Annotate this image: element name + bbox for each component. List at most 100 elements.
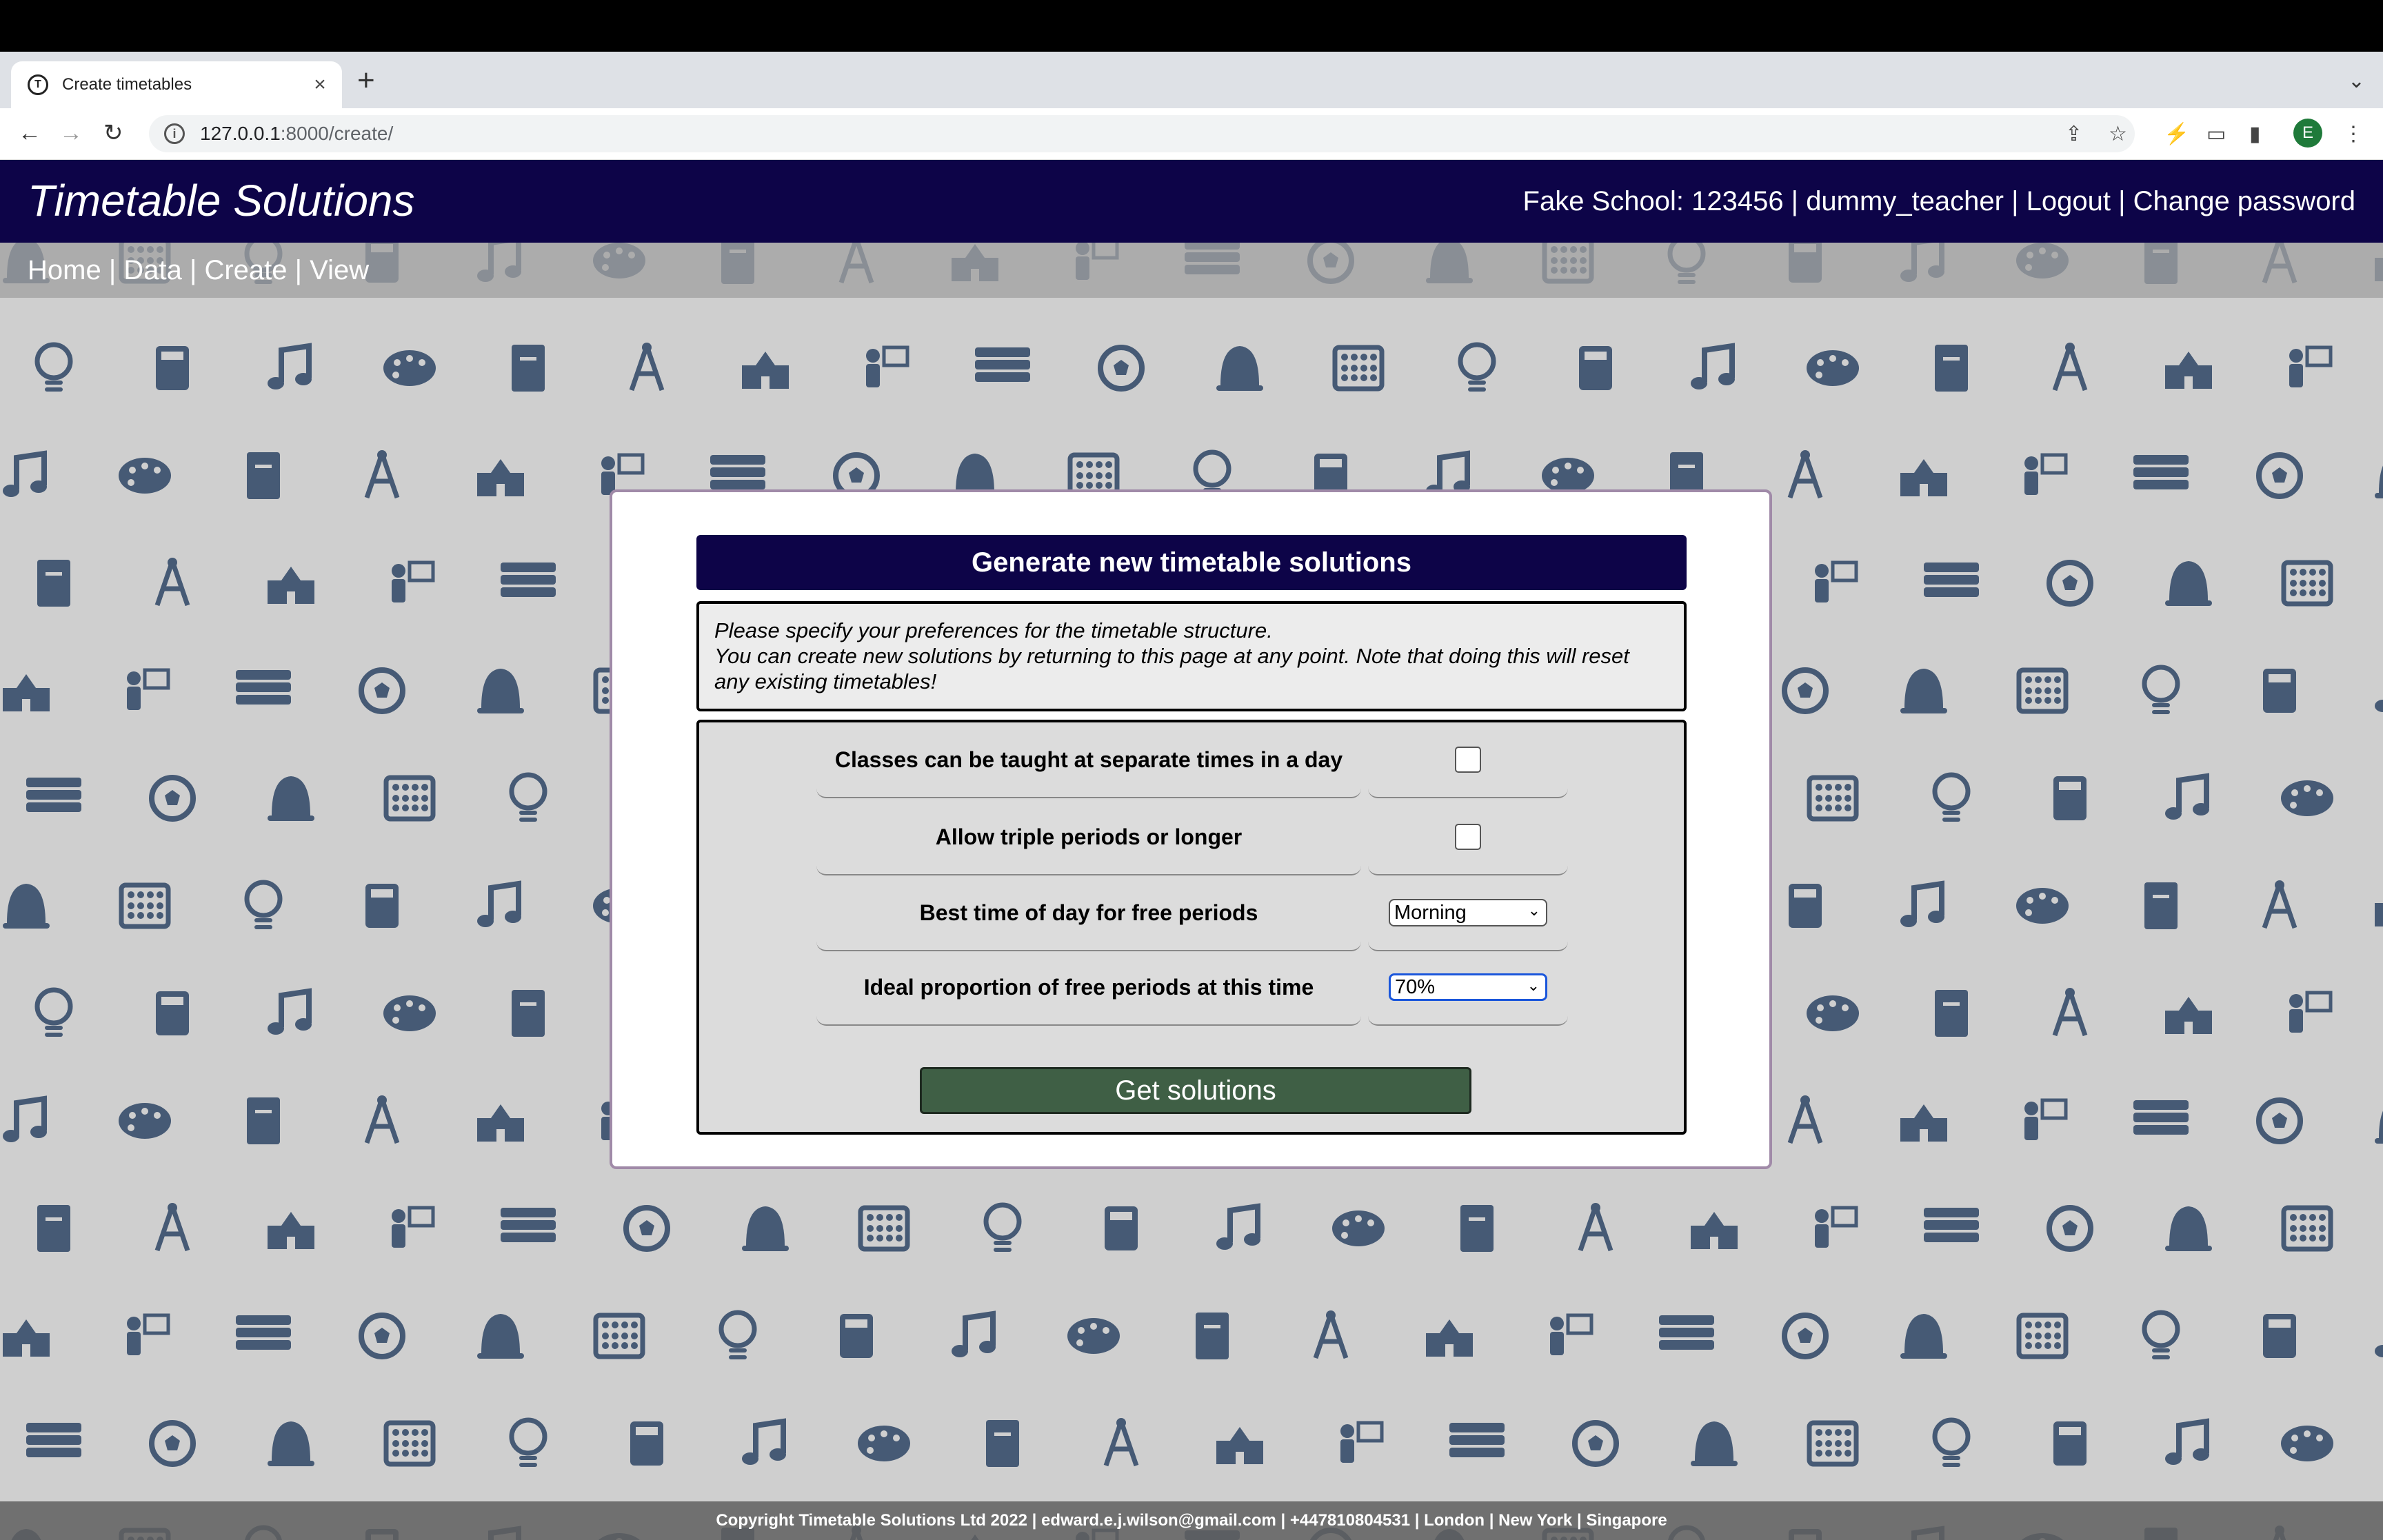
background-decoration-icon <box>2281 780 2333 816</box>
site-favicon-icon: T <box>28 74 48 95</box>
background-decoration-icon <box>1932 772 1971 822</box>
address-bar[interactable]: i 127.0.0.1:8000/create/ <box>149 115 2135 152</box>
background-decoration-icon <box>2016 667 2069 714</box>
background-decoration-icon <box>1572 1420 1619 1467</box>
separate-times-checkbox[interactable] <box>1455 747 1481 773</box>
background-decoration-icon <box>383 775 436 822</box>
background-decoration-icon <box>1105 1206 1138 1250</box>
background-decoration-icon <box>866 345 909 387</box>
background-decoration-icon <box>1900 459 1947 496</box>
url-host: 127.0.0.1 <box>200 123 281 144</box>
nav-data-link[interactable]: Data <box>123 255 182 285</box>
background-decoration-icon <box>742 1418 786 1465</box>
share-icon[interactable]: ⇪ <box>2065 121 2082 148</box>
background-decoration-icon <box>1313 1310 1349 1359</box>
background-decoration-icon <box>2133 1100 2189 1135</box>
background-decoration-icon <box>1449 1423 1505 1457</box>
background-decoration-icon <box>1578 1203 1613 1252</box>
background-decoration-icon <box>119 882 171 929</box>
background-decoration-icon <box>2047 1205 2093 1252</box>
background-decoration-icon <box>119 458 171 494</box>
background-decoration-icon <box>1067 1318 1120 1354</box>
generate-solutions-panel: Generate new timetable solutions Please … <box>610 489 1772 1169</box>
background-decoration-icon <box>1340 1421 1384 1463</box>
background-decoration-icon <box>2375 465 2383 498</box>
nav-view-link[interactable]: View <box>310 255 369 285</box>
reload-icon[interactable]: ↻ <box>103 119 123 147</box>
separator: | <box>1783 186 1807 216</box>
background-decoration-icon <box>1900 669 1947 713</box>
background-decoration-icon <box>1542 458 1594 494</box>
background-decoration-icon <box>2144 882 2178 929</box>
background-decoration-icon <box>2024 453 2068 495</box>
cast-icon[interactable]: ▭ <box>2206 121 2226 148</box>
free-period-time-select[interactable]: Morning ⌄ <box>1389 899 1547 926</box>
separator: | <box>2110 186 2133 216</box>
school-label: Fake School: 123456 <box>1522 186 1784 216</box>
background-decoration-icon <box>1460 1205 1494 1252</box>
background-decoration-icon <box>2052 343 2088 392</box>
background-decoration-icon <box>37 560 70 607</box>
page-viewport: Timetable Solutions Fake School: 123456 … <box>0 160 2383 1540</box>
free-period-proportion-select[interactable]: 70% ⌄ <box>1389 973 1547 1001</box>
url-text: 127.0.0.1:8000/create/ <box>200 123 393 145</box>
background-decoration-icon <box>1579 346 1612 390</box>
background-decoration-icon <box>1216 1427 1263 1464</box>
chevron-down-icon: ⌄ <box>1527 977 1540 994</box>
nav-home-link[interactable]: Home <box>28 255 101 285</box>
background-decoration-icon <box>236 1315 291 1350</box>
background-decoration-icon <box>2281 1426 2333 1461</box>
background-decoration-icon <box>364 450 400 499</box>
get-solutions-button[interactable]: Get solutions <box>920 1067 1471 1114</box>
background-decoration-icon <box>509 772 547 822</box>
close-tab-icon[interactable]: × <box>306 73 334 97</box>
background-decoration-icon <box>1550 1313 1593 1355</box>
background-decoration-icon <box>3 674 50 711</box>
preferences-form: Classes can be taught at separate times … <box>696 720 1687 1135</box>
free-period-proportion-value: 70% <box>1395 975 1436 998</box>
background-decoration-icon <box>392 1206 435 1248</box>
nav-create-link[interactable]: Create <box>204 255 287 285</box>
username-label: dummy_teacher <box>1806 186 2004 216</box>
browser-toolbar: ← → ↻ i 127.0.0.1:8000/create/ ⇪ ☆ ⚡ ▭ ▮… <box>0 108 2383 160</box>
forward-arrow-icon[interactable]: → <box>59 119 83 147</box>
background-decoration-icon <box>2256 452 2303 499</box>
logout-link[interactable]: Logout <box>2027 186 2111 216</box>
background-decoration-icon <box>2375 903 2383 926</box>
background-decoration-icon <box>629 343 665 392</box>
side-panel-icon[interactable]: ▮ <box>2249 121 2261 148</box>
background-decoration-icon <box>154 558 190 607</box>
background-decoration-icon <box>477 1314 524 1359</box>
brand-logo-text[interactable]: Timetable Solutions <box>28 175 415 226</box>
browser-tab-active[interactable]: T Create timetables × <box>11 61 342 108</box>
change-password-link[interactable]: Change password <box>2133 186 2355 216</box>
tab-search-chevron-icon[interactable]: ⌄ <box>2348 69 2365 93</box>
background-decoration-icon <box>983 1202 1022 1252</box>
browser-menu-icon[interactable]: ⋮ <box>2343 121 2364 148</box>
new-tab-icon[interactable]: + <box>357 65 375 96</box>
bookmark-star-icon[interactable]: ☆ <box>2109 121 2127 148</box>
background-decoration-icon <box>742 1206 789 1251</box>
background-decoration-icon <box>858 1426 910 1461</box>
background-decoration-icon <box>2142 1310 2180 1359</box>
background-decoration-icon <box>477 1104 524 1142</box>
nav-links: Home | Data | Create | View <box>28 255 369 286</box>
background-decoration-icon <box>359 667 405 714</box>
profile-avatar[interactable]: E <box>2293 119 2322 148</box>
free-period-proportion-cell: 70% ⌄ <box>1368 950 1568 1026</box>
site-info-icon[interactable]: i <box>164 123 185 144</box>
background-decoration-icon <box>2263 669 2296 713</box>
background-decoration-icon <box>2262 880 2297 929</box>
back-arrow-icon[interactable]: ← <box>18 119 41 147</box>
extension-icon[interactable]: ⚡ <box>2164 121 2189 148</box>
background-decoration-icon <box>268 567 314 604</box>
background-decoration-icon <box>2375 700 2383 712</box>
background-decoration-icon <box>1216 1203 1260 1250</box>
triple-periods-checkbox[interactable] <box>1455 824 1481 850</box>
background-decoration-icon <box>512 345 545 392</box>
background-decoration-icon <box>477 669 524 713</box>
background-decoration-icon <box>1807 775 1859 822</box>
background-decoration-icon <box>710 455 765 489</box>
background-decoration-icon <box>3 1095 47 1142</box>
background-decoration-icon <box>2165 997 2212 1034</box>
